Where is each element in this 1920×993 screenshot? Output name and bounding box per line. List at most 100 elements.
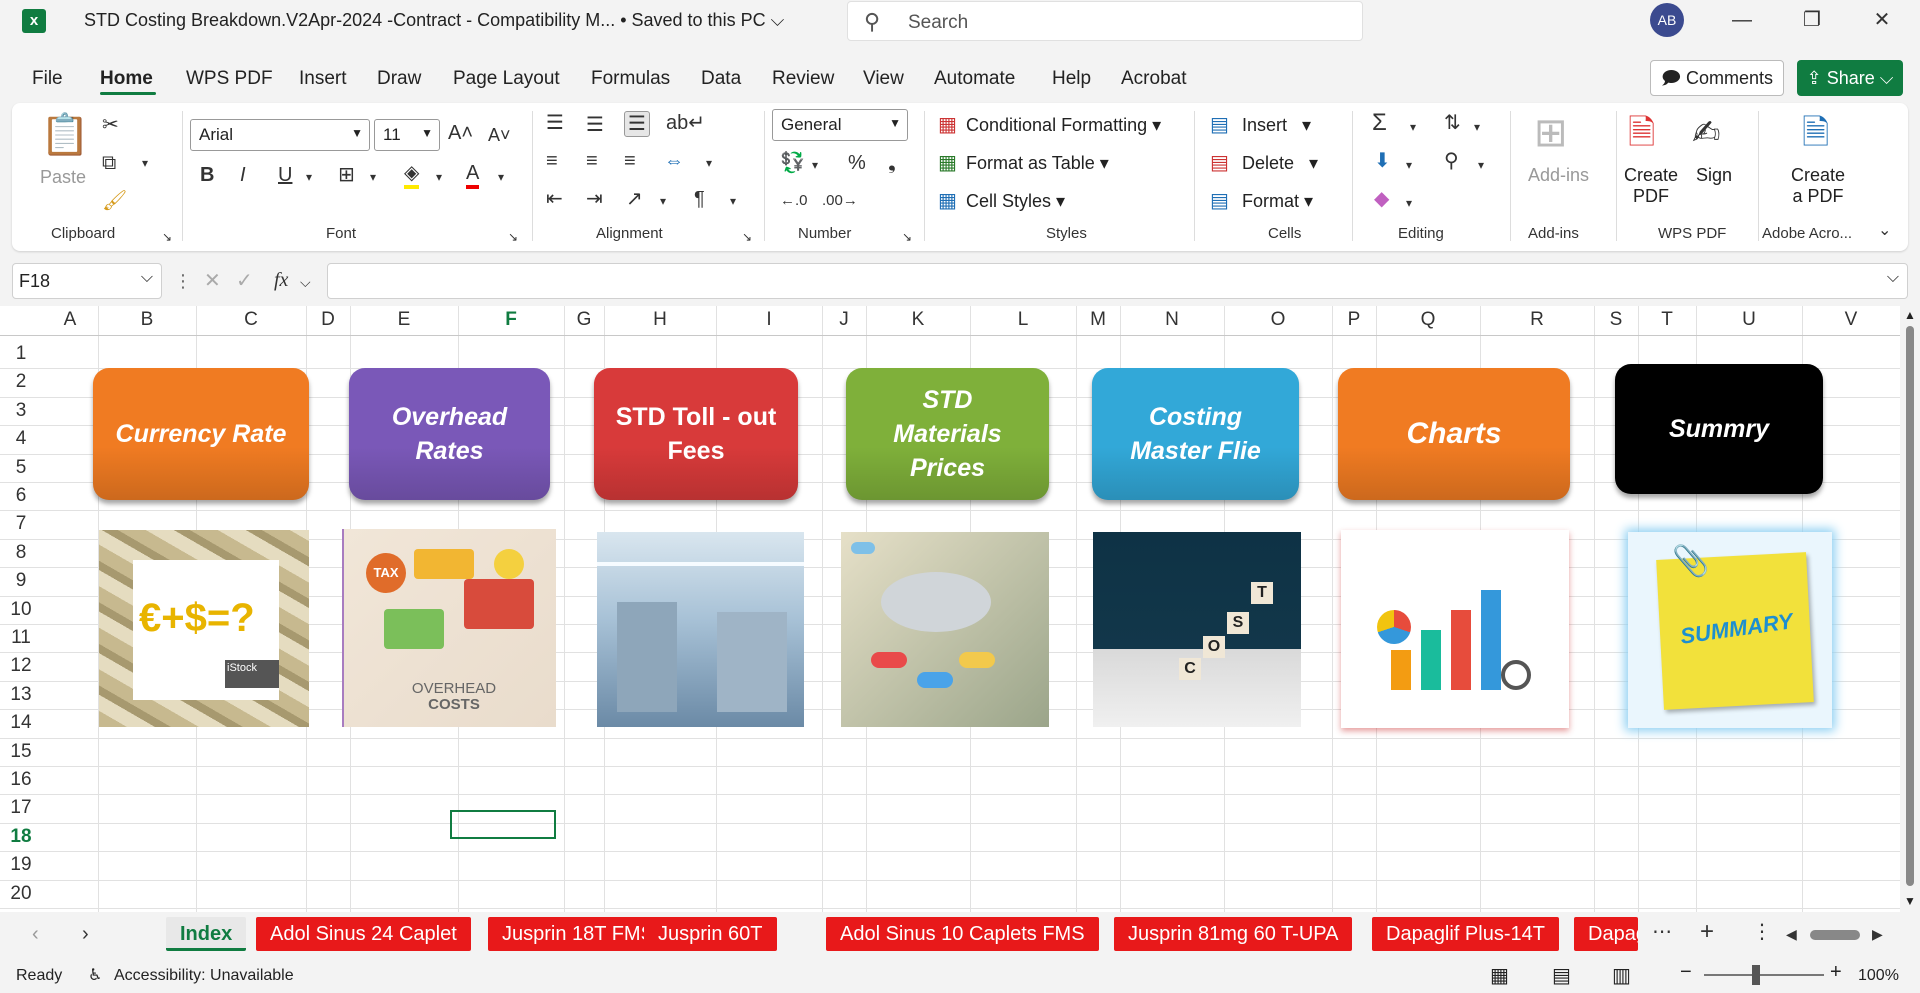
tile-charts[interactable]: Charts [1338, 368, 1570, 500]
sheet-tab-jusprin-18t[interactable]: Jusprin 18T FMS [488, 917, 668, 951]
tile-currency-rate[interactable]: Currency Rate [93, 368, 309, 500]
align-right-icon[interactable]: ≡ [624, 149, 636, 173]
chevron-down-icon[interactable]: ▾ [436, 165, 442, 189]
menu-review[interactable]: Review [772, 68, 834, 90]
add-ins-icon[interactable]: ⊞ [1534, 111, 1568, 155]
row-header[interactable]: 15 [0, 738, 42, 766]
chevron-down-icon[interactable]: ▾ [660, 189, 666, 213]
create-a-pdf-button[interactable]: Create a PDF [1778, 165, 1858, 207]
accounting-format-icon[interactable]: 💱 [780, 151, 805, 175]
row-header[interactable]: 14 [0, 709, 42, 737]
tile-std-materials-prices[interactable]: STD Materials Prices [846, 368, 1049, 500]
increase-decimal-icon[interactable]: ←.0 [780, 189, 808, 213]
chevron-down-icon[interactable]: ▾ [706, 151, 712, 175]
clear-icon[interactable]: ◆ [1374, 187, 1389, 211]
prev-sheet-icon[interactable]: ‹ [32, 922, 39, 946]
cell-styles-button[interactable]: Cell Styles ▾ [966, 191, 1065, 212]
chevron-down-icon[interactable]: ▾ [1406, 153, 1412, 177]
font-size-select[interactable]: 11 ▼ [374, 119, 440, 151]
increase-indent-icon[interactable]: ⇥ [586, 187, 603, 211]
dialog-launcher-icon[interactable]: ↘ [742, 225, 752, 249]
formula-input[interactable]: ⌵ [327, 263, 1908, 299]
fill-color-icon[interactable]: ◈ [404, 161, 420, 189]
vertical-scrollbar[interactable]: ▲ ▼ [1900, 306, 1920, 912]
menu-insert[interactable]: Insert [299, 68, 347, 90]
row-header[interactable]: 10 [0, 596, 42, 624]
sign-icon[interactable]: ✍ [1692, 113, 1721, 153]
page-layout-view-icon[interactable]: ▤ [1552, 963, 1571, 988]
sign-button[interactable]: Sign [1696, 165, 1732, 186]
sheet-tab-adol-sinus-10[interactable]: Adol Sinus 10 Caplets FMS [826, 917, 1099, 951]
zoom-level[interactable]: 100% [1858, 967, 1899, 985]
row-header[interactable]: 13 [0, 681, 42, 709]
sheet-tab-dapaglif-plus[interactable]: Dapaglif Plus-14T [1372, 917, 1559, 951]
decrease-decimal-icon[interactable]: .00→ [822, 189, 858, 213]
align-middle-icon[interactable]: ☰ [586, 113, 604, 137]
format-cells-button[interactable]: Format ▾ [1242, 191, 1313, 212]
row-header[interactable]: 8 [0, 539, 42, 567]
overhead-costs-image[interactable]: TAX OVERHEAD COSTS [342, 529, 556, 727]
menu-home[interactable]: Home [100, 68, 153, 90]
charts-image[interactable] [1341, 530, 1569, 728]
align-center-icon[interactable]: ≡ [586, 149, 598, 173]
chevron-down-icon[interactable]: ▾ [498, 165, 504, 189]
align-top-icon[interactable]: ☰ [546, 111, 564, 135]
column-header[interactable]: S [1594, 306, 1638, 334]
align-bottom-icon[interactable]: ☰ [624, 111, 650, 137]
tile-costing-master-file[interactable]: Costing Master Flie [1092, 368, 1299, 500]
factory-image[interactable] [597, 532, 804, 727]
pills-money-image[interactable] [841, 532, 1049, 727]
column-header[interactable]: A [42, 306, 98, 334]
tile-std-toll-out-fees[interactable]: STD Toll - out Fees [594, 368, 798, 500]
paste-label[interactable]: Paste [40, 167, 86, 188]
more-sheets-icon[interactable]: ⋯ [1652, 920, 1672, 944]
column-header[interactable]: J [822, 306, 866, 334]
column-header[interactable]: R [1480, 306, 1594, 334]
column-header[interactable]: N [1120, 306, 1224, 334]
conditional-formatting-button[interactable]: Conditional Formatting ▾ [966, 115, 1161, 136]
more-options-icon[interactable]: ⋮ [174, 269, 192, 293]
page-break-view-icon[interactable]: ▥ [1612, 963, 1631, 988]
menu-view[interactable]: View [863, 68, 904, 90]
add-sheet-icon[interactable]: + [1700, 920, 1714, 944]
create-pdf-icon[interactable]: 🗎 [1628, 113, 1655, 153]
column-header[interactable]: E [350, 306, 458, 334]
row-header[interactable]: 18 [0, 823, 42, 851]
accessibility-icon[interactable]: ♿ [88, 965, 102, 985]
menu-draw[interactable]: Draw [377, 68, 421, 90]
menu-data[interactable]: Data [701, 68, 741, 90]
sort-filter-icon[interactable]: ⇅ [1444, 111, 1461, 135]
add-ins-button[interactable]: Add-ins [1528, 165, 1589, 186]
sheet-tab-jusprin-60t[interactable]: Jusprin 60T [644, 917, 777, 951]
selected-cell-f18[interactable] [450, 810, 556, 839]
decrease-indent-icon[interactable]: ⇤ [546, 187, 563, 211]
menu-acrobat[interactable]: Acrobat [1121, 68, 1186, 90]
chevron-down-icon[interactable]: ⌵ [300, 270, 311, 294]
close-icon[interactable]: ✕ [1862, 5, 1902, 35]
share-button[interactable]: ⇪ Share ⌵ [1797, 60, 1903, 96]
font-name-select[interactable]: Arial ▼ [190, 119, 370, 151]
row-header[interactable]: 4 [0, 425, 42, 453]
chevron-down-icon[interactable]: ▾ [730, 189, 736, 213]
menu-file[interactable]: File [32, 68, 63, 90]
row-header[interactable]: 9 [0, 567, 42, 595]
create-pdf-button[interactable]: Create PDF [1624, 165, 1678, 207]
column-header[interactable]: O [1224, 306, 1332, 334]
expand-formula-bar-icon[interactable]: ⌵ [1887, 269, 1899, 287]
chevron-down-icon[interactable]: ▾ [812, 153, 818, 177]
merge-center-icon[interactable]: ⇔ [664, 149, 684, 173]
chevron-down-icon[interactable]: ▾ [370, 165, 376, 189]
chevron-down-icon[interactable]: ▾ [306, 165, 312, 189]
collapse-ribbon-icon[interactable]: ⌄ [1878, 219, 1891, 243]
sheet-tab-adol-sinus-24[interactable]: Adol Sinus 24 Caplet [256, 917, 471, 951]
minimize-icon[interactable]: — [1722, 5, 1762, 35]
font-color-icon[interactable]: A [466, 161, 480, 189]
column-header[interactable]: V [1802, 306, 1900, 334]
wrap-text-icon[interactable]: ab↵ [666, 111, 705, 135]
paste-icon[interactable]: 📋 [40, 113, 90, 157]
zoom-slider-thumb[interactable] [1752, 965, 1760, 985]
column-header[interactable]: M [1076, 306, 1120, 334]
dialog-launcher-icon[interactable]: ↘ [162, 225, 172, 249]
cut-icon[interactable]: ✂ [102, 113, 119, 137]
column-header[interactable]: H [604, 306, 716, 334]
